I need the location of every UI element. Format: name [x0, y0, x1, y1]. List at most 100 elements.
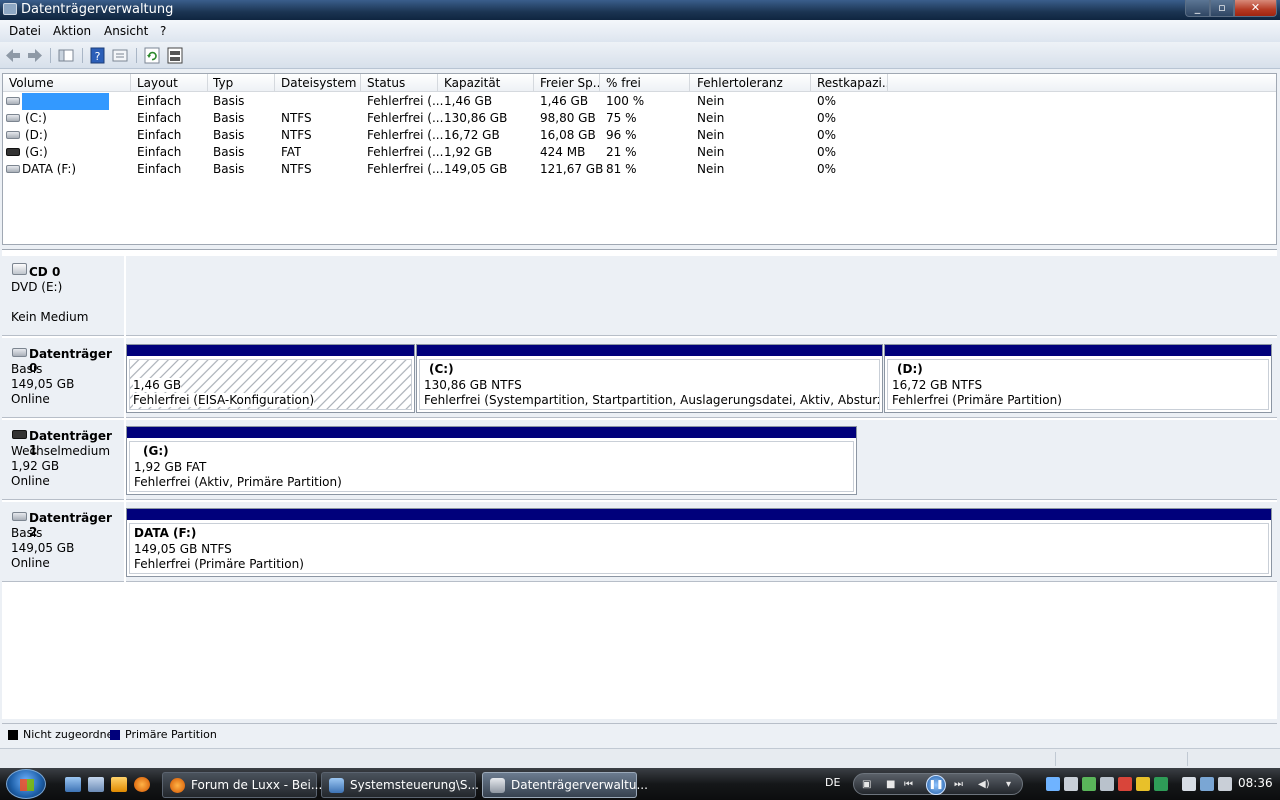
partition-c[interactable]: (C:) 130,86 GB NTFS Fehlerfrei (Systempa… [416, 344, 883, 413]
column-divider[interactable] [887, 74, 888, 92]
cell-volume: (D:) [25, 128, 48, 142]
properties-icon[interactable] [111, 47, 129, 64]
disk-state: Online [11, 392, 50, 406]
tray-network-icon[interactable] [1046, 777, 1060, 791]
table-row[interactable]: DATA (F:) Einfach Basis NTFS Fehlerfrei … [3, 161, 1276, 178]
column-divider[interactable] [810, 74, 811, 92]
partition-f[interactable]: DATA (F:) 149,05 GB NTFS Fehlerfrei (Pri… [126, 508, 1272, 577]
partition-g[interactable]: (G:) 1,92 GB FAT Fehlerfrei (Aktiv, Prim… [126, 426, 857, 495]
tray-update-icon[interactable] [1154, 777, 1168, 791]
column-divider[interactable] [599, 74, 600, 92]
start-button[interactable] [6, 769, 46, 799]
column-divider[interactable] [437, 74, 438, 92]
col-header-restkapazitaet[interactable]: Restkapazi... [817, 76, 887, 90]
chevron-down-icon[interactable]: ▾ [1006, 779, 1011, 790]
col-header-dateisystem[interactable]: Dateisystem [281, 76, 361, 90]
tray-battery-icon[interactable] [1182, 777, 1196, 791]
col-header-freier-speicher[interactable]: Freier Sp... [540, 76, 600, 90]
disk-label-disk0[interactable]: Datenträger 0 Basis 149,05 GB Online [2, 338, 124, 418]
clock[interactable]: 08:36 [1238, 776, 1273, 790]
col-header-status[interactable]: Status [367, 76, 437, 90]
partition-status: Fehlerfrei (Primäre Partition) [134, 557, 304, 571]
column-divider[interactable] [689, 74, 690, 92]
col-header-prozent-frei[interactable]: % frei [606, 76, 686, 90]
pause-icon[interactable]: ❚❚ [926, 775, 946, 795]
table-row[interactable]: (C:) Einfach Basis NTFS Fehlerfrei (... … [3, 110, 1276, 127]
tray-user-icon[interactable] [1082, 777, 1096, 791]
partition-name: (C:) [429, 362, 454, 376]
firefox-icon[interactable] [134, 777, 150, 792]
col-header-layout[interactable]: Layout [137, 76, 207, 90]
column-divider[interactable] [130, 74, 131, 92]
menu-help[interactable]: ? [160, 24, 166, 38]
disk-label-disk2[interactable]: Datenträger 2 Basis 149,05 GB Online [2, 502, 124, 582]
partition-d[interactable]: (D:) 16,72 GB NTFS Fehlerfrei (Primäre P… [884, 344, 1272, 413]
column-divider[interactable] [360, 74, 361, 92]
partition-status: Fehlerfrei (Systempartition, Startpartit… [424, 393, 880, 407]
previous-icon[interactable]: ⏮ [904, 779, 913, 790]
disk-label-cd0[interactable]: CD 0 DVD (E:) Kein Medium [2, 256, 124, 336]
maximize-button[interactable]: ▫ [1210, 0, 1234, 17]
close-button[interactable]: ✕ [1234, 0, 1277, 17]
cell-restkapazitaet: 0% [817, 162, 837, 176]
back-arrow-icon[interactable] [4, 47, 22, 64]
disk-area-cd0[interactable] [126, 256, 1277, 336]
table-row[interactable]: (D:) Einfach Basis NTFS Fehlerfrei (... … [3, 127, 1276, 144]
partition-size: 16,72 GB NTFS [892, 378, 983, 392]
selected-volume-cell[interactable] [22, 93, 109, 110]
cell-restkapazitaet: 0% [817, 111, 837, 125]
legend: Nicht zugeordnet Primäre Partition [2, 723, 1277, 744]
next-icon[interactable]: ⏭ [954, 779, 963, 790]
tray-shield-icon[interactable] [1118, 777, 1132, 791]
cell-status: Fehlerfrei (... [367, 145, 444, 159]
cell-kapazitaet: 1,46 GB [444, 94, 493, 108]
task-button-systemsteuerung[interactable]: Systemsteuerung\S... [321, 772, 479, 798]
table-row[interactable]: Einfach Basis Fehlerfrei (... 1,46 GB 1,… [3, 93, 1276, 110]
column-divider[interactable] [274, 74, 275, 92]
tray-speaker-icon[interactable] [1218, 777, 1232, 791]
partition-eisa[interactable]: 1,46 GB Fehlerfrei (EISA-Konfiguration) [126, 344, 415, 413]
legend-label-primary: Primäre Partition [125, 728, 217, 741]
forward-arrow-icon[interactable] [26, 47, 44, 64]
tray-wifi-icon[interactable] [1200, 777, 1214, 791]
task-button-datentraegerverwaltung[interactable]: Datenträgerverwaltu... [482, 772, 648, 798]
cell-freier-speicher: 424 MB [540, 145, 586, 159]
partition-body: (G:) 1,92 GB FAT Fehlerfrei (Aktiv, Prim… [129, 441, 854, 492]
help-icon[interactable]: ? [89, 47, 107, 64]
volume-icon[interactable]: ◀) [978, 779, 990, 790]
rescan-disks-icon[interactable] [166, 47, 184, 64]
status-divider [1055, 752, 1056, 766]
refresh-icon[interactable] [143, 47, 161, 64]
col-header-volume[interactable]: Volume [9, 76, 129, 90]
menu-datei[interactable]: Datei [9, 24, 41, 38]
disk-label-disk1[interactable]: Datenträger 1 Wechselmedium 1,92 GB Onli… [2, 420, 124, 500]
column-divider[interactable] [207, 74, 208, 92]
table-row[interactable]: (G:) Einfach Basis FAT Fehlerfrei (... 1… [3, 144, 1276, 161]
media-player-icon[interactable] [111, 777, 127, 792]
menu-ansicht[interactable]: Ansicht [104, 24, 148, 38]
console-tree-icon[interactable] [57, 47, 75, 64]
cell-typ: Basis [213, 111, 245, 125]
cell-layout: Einfach [137, 145, 182, 159]
cell-status: Fehlerfrei (... [367, 162, 444, 176]
toolbar-separator [82, 48, 83, 63]
media-icon[interactable]: ▣ [862, 779, 871, 790]
disk-type: Basis [11, 526, 43, 540]
task-button-forum[interactable]: Forum de Luxx - Bei... [162, 772, 322, 798]
col-header-fehlertoleranz[interactable]: Fehlertoleranz [697, 76, 807, 90]
tray-device-icon[interactable] [1064, 777, 1078, 791]
column-divider[interactable] [533, 74, 534, 92]
switch-windows-icon[interactable] [88, 777, 104, 792]
col-header-typ[interactable]: Typ [213, 76, 273, 90]
tray-printer-icon[interactable] [1100, 777, 1114, 791]
tray-app-icon[interactable] [1136, 777, 1150, 791]
col-header-kapazitaet[interactable]: Kapazität [444, 76, 534, 90]
show-desktop-icon[interactable] [65, 777, 81, 792]
minimize-button[interactable]: _ [1185, 0, 1210, 17]
language-indicator[interactable]: DE [825, 776, 840, 789]
cell-layout: Einfach [137, 94, 182, 108]
cell-prozent-frei: 21 % [606, 145, 637, 159]
menu-aktion[interactable]: Aktion [53, 24, 91, 38]
stop-icon[interactable]: ■ [886, 779, 895, 790]
cell-fehlertoleranz: Nein [697, 94, 725, 108]
